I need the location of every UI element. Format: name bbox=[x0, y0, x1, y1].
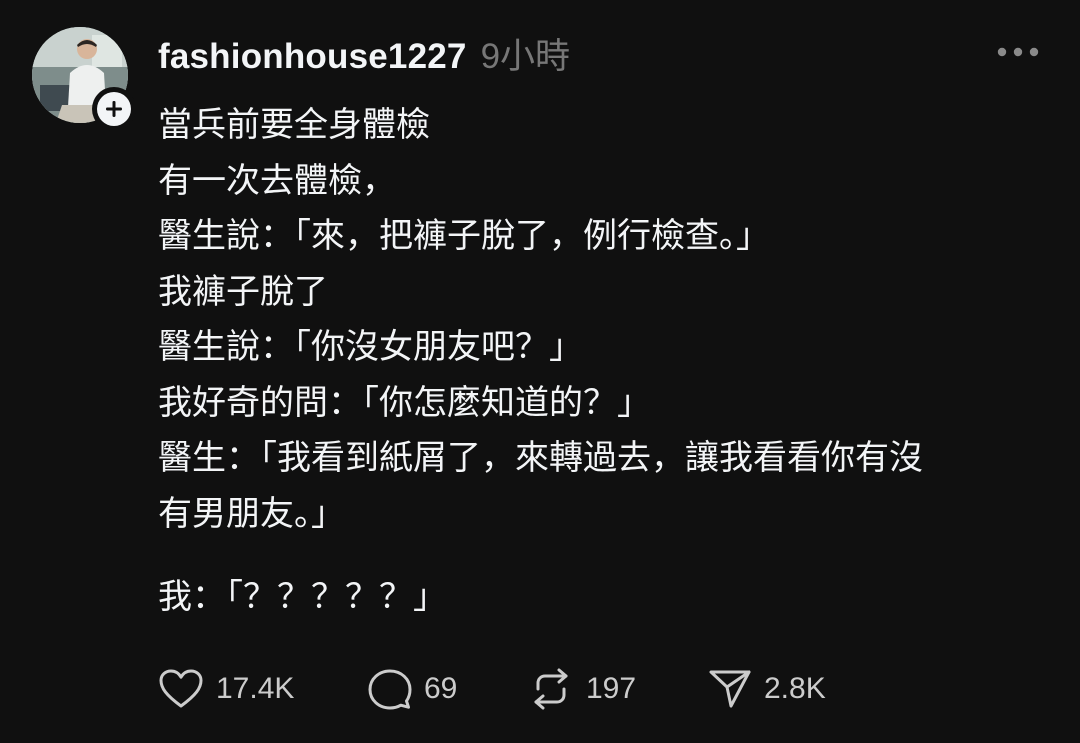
post-line: 醫生說：「來，把褲子脫了，例行檢查。」 bbox=[158, 216, 770, 256]
repost-icon bbox=[528, 667, 574, 711]
post-line: 當兵前要全身體檢 bbox=[158, 105, 430, 145]
post-line: 醫生說：「你沒女朋友吧？」 bbox=[158, 327, 583, 367]
post-text: 當兵前要全身體檢 有一次去體檢， 醫生說：「來，把褲子脫了，例行檢查。」 我褲子… bbox=[158, 98, 1058, 626]
comment-button[interactable]: 69 bbox=[368, 664, 528, 714]
post-line: 有男朋友。」 bbox=[158, 493, 345, 534]
repost-count: 197 bbox=[586, 672, 637, 705]
action-bar: 17.4K 69 197 2.8K bbox=[158, 664, 868, 714]
comment-count: 69 bbox=[424, 672, 458, 705]
post-line: 我褲子脫了 bbox=[158, 271, 328, 312]
post-line: 我好奇的問：「你怎麼知道的？」 bbox=[158, 382, 651, 423]
share-count: 2.8K bbox=[764, 672, 826, 705]
more-dots-icon bbox=[997, 47, 1039, 57]
post-line: 醫生：「我看到紙屑了，來轉過去，讓我看看你有沒 bbox=[158, 438, 923, 478]
repost-button[interactable]: 197 bbox=[528, 664, 708, 714]
more-options-button[interactable] bbox=[990, 34, 1046, 70]
comment-bubble-icon bbox=[368, 668, 412, 710]
username[interactable]: fashionhouse1227 bbox=[158, 37, 467, 77]
avatar-container[interactable] bbox=[32, 27, 136, 131]
like-count: 17.4K bbox=[216, 672, 295, 705]
post-line: 我：「？？？？？」 bbox=[158, 577, 447, 617]
post-line: 有一次去體檢， bbox=[158, 160, 396, 201]
post-header: fashionhouse1227 9小時 bbox=[158, 28, 570, 80]
follow-button[interactable] bbox=[92, 87, 136, 131]
heart-icon bbox=[158, 668, 204, 710]
timestamp[interactable]: 9小時 bbox=[481, 28, 570, 79]
like-button[interactable]: 17.4K bbox=[158, 664, 368, 714]
send-icon bbox=[708, 668, 752, 710]
share-button[interactable]: 2.8K bbox=[708, 664, 868, 714]
plus-icon bbox=[106, 101, 122, 117]
